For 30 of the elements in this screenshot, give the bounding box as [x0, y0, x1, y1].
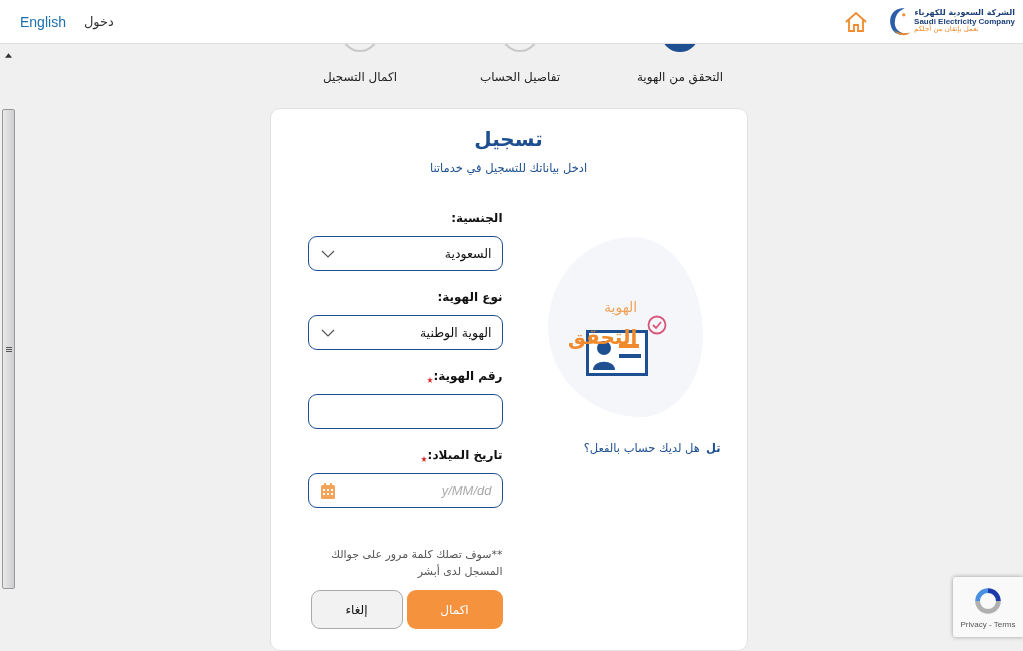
info-note: **سوف تصلك كلمة مرور على جوالك المسجل لدى أبشر [329, 547, 503, 580]
company-name: الشركة السعودية للكهرباء [914, 8, 1015, 17]
field-label: الجنسية: [451, 211, 503, 225]
chevron-down-icon [320, 249, 335, 258]
login-link[interactable]: تل [705, 441, 721, 455]
field-label: رقم الهوية: [433, 369, 503, 383]
input-field[interactable] [307, 394, 503, 429]
login-link[interactable]: دخول [83, 14, 114, 29]
grip-icon [5, 346, 12, 352]
step-label[interactable]: التحقق من الهوية [636, 70, 724, 84]
scroll-up-icon[interactable] [5, 53, 12, 58]
dropdown-field[interactable]: الهوية الوطنية [307, 315, 503, 350]
scrollbar-thumb[interactable] [2, 109, 15, 589]
field-label: نوع الهوية: [437, 290, 503, 304]
form-subtitle: ادخل بياناتك للتسجيل في خدماتنا [428, 161, 589, 175]
dropdown-field[interactable]: السعودية [307, 236, 503, 271]
privacy-terms-link[interactable]: Privacy - Terms [960, 620, 1016, 629]
cancel-button[interactable]: إلغاء [310, 590, 403, 629]
check-circle-icon [647, 315, 667, 335]
field-label: تاريخ الميلاد: [427, 448, 503, 462]
chevron-down-icon [320, 328, 335, 337]
home-icon[interactable] [845, 11, 868, 32]
step-label[interactable]: تفاصيل الحساب [479, 70, 561, 84]
account-question: هل لديك حساب بالفعل؟ [583, 441, 700, 455]
calendar-icon [320, 482, 335, 499]
step-label[interactable]: اكمال التسجيل [323, 70, 397, 84]
form-title: تسجيل [473, 127, 544, 151]
illustration-caption: الهوية [604, 299, 638, 315]
recaptcha-icon [972, 585, 1004, 617]
language-link[interactable]: English [20, 13, 66, 30]
